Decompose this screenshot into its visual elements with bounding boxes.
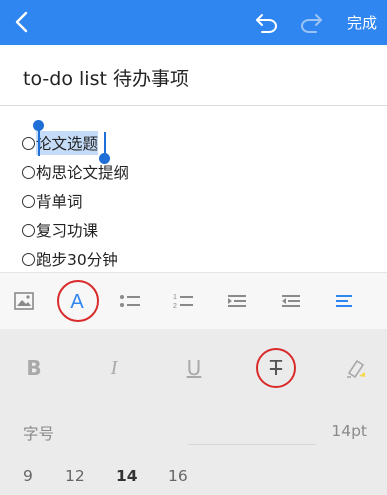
todo-item[interactable]: 构思论文提纲 xyxy=(22,160,129,184)
todo-item[interactable]: 复习功课 xyxy=(22,218,98,242)
todo-item-label: 背单词 xyxy=(36,193,83,211)
highlighter-icon[interactable] xyxy=(338,351,372,385)
todo-item[interactable]: 跑步30分钟 xyxy=(22,247,118,271)
font-size-label: 字号 xyxy=(23,425,55,443)
radio-circle-icon[interactable] xyxy=(22,165,35,179)
radio-circle-icon[interactable] xyxy=(22,136,35,150)
format-toolbar: A 12 xyxy=(0,272,387,330)
align-icon[interactable] xyxy=(330,287,358,315)
svg-text:1: 1 xyxy=(173,294,177,301)
font-size-option-selected[interactable]: 14 xyxy=(116,467,138,485)
document-body[interactable]: 论文选题 构思论文提纲 背单词 复习功课 跑步30分钟 xyxy=(0,106,387,272)
chevron-left-icon[interactable] xyxy=(9,9,35,35)
done-button[interactable]: 完成 xyxy=(347,12,377,33)
font-size-option[interactable]: 12 xyxy=(65,467,85,485)
underline-button[interactable]: U xyxy=(177,351,211,385)
redo-icon[interactable] xyxy=(298,9,324,35)
annotation-circle xyxy=(57,280,99,322)
selection-end-handle[interactable] xyxy=(99,153,110,164)
bold-button[interactable]: B xyxy=(17,351,51,385)
selection-end-caret xyxy=(104,132,106,154)
todo-item-label: 论文选题 xyxy=(36,131,99,155)
top-bar: 完成 xyxy=(0,0,387,45)
radio-circle-icon[interactable] xyxy=(22,194,35,208)
todo-item-label: 构思论文提纲 xyxy=(36,164,130,182)
title-row: to-do list 待办事项 xyxy=(0,45,387,106)
font-size-option[interactable]: 9 xyxy=(23,467,33,485)
radio-circle-icon[interactable] xyxy=(22,252,35,266)
outdent-icon[interactable] xyxy=(223,287,251,315)
todo-item[interactable]: 论文选题 xyxy=(22,131,99,155)
selection-start-caret xyxy=(37,130,40,156)
font-size-value: 14pt xyxy=(331,422,367,440)
numbered-list-icon[interactable]: 12 xyxy=(169,287,197,315)
text-style-bar: B I U T xyxy=(0,329,387,404)
document-title[interactable]: to-do list 待办事项 xyxy=(23,64,189,91)
bullet-list-icon[interactable] xyxy=(116,287,144,315)
radio-circle-icon[interactable] xyxy=(22,223,35,237)
todo-item-label: 复习功课 xyxy=(36,222,99,240)
font-size-option[interactable]: 16 xyxy=(168,467,188,485)
indent-icon[interactable] xyxy=(277,287,305,315)
image-icon[interactable] xyxy=(10,287,38,315)
todo-item[interactable]: 背单词 xyxy=(22,189,83,213)
todo-item-label: 跑步30分钟 xyxy=(36,251,118,269)
italic-button[interactable]: I xyxy=(97,351,131,385)
font-size-panel: 字号 14pt 9 12 14 16 xyxy=(0,404,387,495)
svg-text:2: 2 xyxy=(173,303,177,310)
annotation-circle xyxy=(256,348,296,388)
undo-icon[interactable] xyxy=(254,9,280,35)
divider xyxy=(188,444,316,445)
